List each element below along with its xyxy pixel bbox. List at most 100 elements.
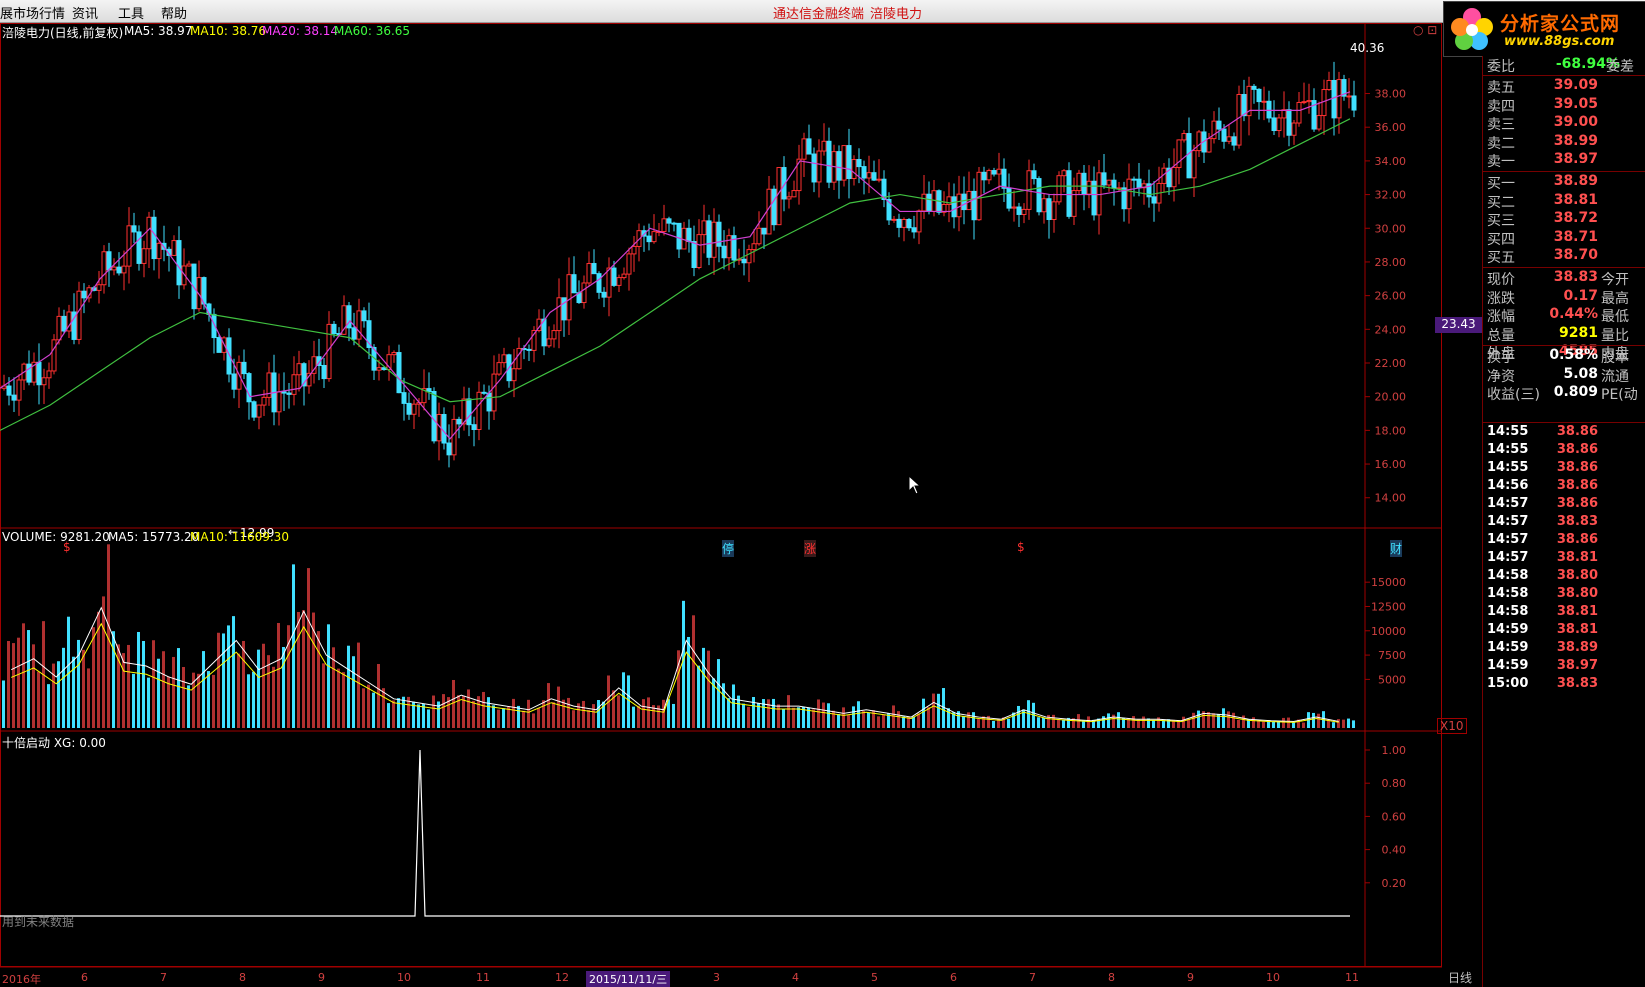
volume-bar xyxy=(27,630,30,728)
x-axis-label: 11 xyxy=(1345,971,1359,984)
quote-row: 卖四 39.05 xyxy=(1487,95,1598,115)
volume-bar xyxy=(617,695,620,728)
volume-bar xyxy=(527,699,530,728)
volume-bar xyxy=(572,710,575,728)
tick-row: 14:57 38.86 xyxy=(1487,496,1598,511)
candle-body xyxy=(686,227,692,243)
volume-bar xyxy=(1007,718,1010,728)
volume-bar xyxy=(732,684,735,728)
volume-bar xyxy=(1132,716,1135,728)
volume-bar xyxy=(197,673,200,728)
candle-body xyxy=(241,361,247,375)
candle-body xyxy=(631,245,637,255)
volume-tick-label: 7500 xyxy=(1378,649,1406,662)
x-axis-label: 8 xyxy=(1108,971,1115,984)
candle-body xyxy=(821,140,827,152)
candle-body xyxy=(401,392,407,404)
volume-bar xyxy=(32,644,35,728)
candle-body xyxy=(466,398,472,426)
candle-body xyxy=(481,391,487,394)
candle-body xyxy=(351,327,357,340)
volume-bar xyxy=(1342,719,1345,728)
candle-body xyxy=(121,265,127,274)
volume-bar xyxy=(1352,720,1355,728)
candle-body xyxy=(791,190,797,198)
volume-bar xyxy=(427,709,430,728)
volume-bar xyxy=(1037,717,1040,728)
volume-label: VOLUME: 9281.20 xyxy=(2,530,110,544)
volume-bar xyxy=(242,640,245,728)
menu-news[interactable]: 资讯 xyxy=(72,3,98,22)
candle-body xyxy=(1251,85,1257,90)
volume-bar xyxy=(522,710,525,728)
price-tick-label: 20.00 xyxy=(1375,391,1407,404)
logo-site: www.88gs.com xyxy=(1504,34,1615,49)
volume-bar xyxy=(727,698,730,728)
volume-bar xyxy=(827,703,830,728)
event-marker[interactable]: 财 xyxy=(1390,540,1403,557)
volume-bar xyxy=(687,636,690,728)
period-label[interactable]: 日线 xyxy=(1448,969,1472,986)
kline-chart[interactable]: 14.00 16.00 18.00 20.00 22.00 24.00 26.00 28.00… xyxy=(0,23,1442,987)
candle-body xyxy=(806,138,812,155)
volume-bar xyxy=(552,702,555,728)
candle-body xyxy=(1236,94,1242,146)
candle-body xyxy=(571,274,577,294)
candle-body xyxy=(911,227,917,233)
volume-ma10-label: MA10: 11609.30 xyxy=(190,530,289,544)
volume-bar xyxy=(622,672,625,728)
volume-bar xyxy=(922,698,925,728)
candle-body xyxy=(426,388,432,392)
volume-bar xyxy=(472,700,475,728)
candle-body xyxy=(566,274,572,321)
candle-body xyxy=(261,396,267,406)
volume-bar xyxy=(1312,712,1315,728)
menu-tools[interactable]: 工具 xyxy=(118,3,144,22)
menu-help[interactable]: 帮助 xyxy=(161,3,187,22)
candle-body xyxy=(186,263,192,267)
volume-bar xyxy=(847,715,850,728)
candle-body xyxy=(991,170,997,175)
indicator-label: 十倍启动 XG: 0.00 xyxy=(2,736,106,750)
volume-bar xyxy=(937,693,940,728)
volume-bar xyxy=(992,720,995,728)
candle-body xyxy=(1181,133,1187,141)
volume-bar xyxy=(442,694,445,728)
top-tool-icons[interactable]: ○ ⊡ xyxy=(1413,23,1437,37)
candle-body xyxy=(171,240,177,256)
volume-bar xyxy=(772,698,775,728)
volume-bar xyxy=(1142,716,1145,728)
volume-bar xyxy=(182,667,185,728)
candle-body xyxy=(1101,172,1107,186)
volume-bar xyxy=(337,668,340,728)
candle-body xyxy=(616,277,622,286)
chart-area[interactable]: 14.00 16.00 18.00 20.00 22.00 24.00 26.00 28.00… xyxy=(0,23,1482,987)
candle-body xyxy=(36,361,42,386)
candle-body xyxy=(1326,79,1332,91)
volume-bar xyxy=(222,633,225,728)
candle-body xyxy=(456,418,462,425)
candle-body xyxy=(496,362,502,375)
candle-body xyxy=(61,315,67,332)
volume-bar xyxy=(862,710,865,728)
volume-bar xyxy=(707,650,710,728)
volume-bar xyxy=(857,701,860,728)
candle-body xyxy=(331,323,337,335)
volume-bar xyxy=(1262,721,1265,728)
volume-bar xyxy=(977,719,980,728)
candle-body xyxy=(396,352,402,394)
volume-bar xyxy=(92,627,95,728)
volume-bar xyxy=(152,640,155,728)
tick-row: 14:55 38.86 xyxy=(1487,424,1598,439)
tick-row: 14:59 38.81 xyxy=(1487,622,1598,637)
menu-market[interactable]: 展市场行情 xyxy=(0,3,65,22)
candle-body xyxy=(1261,100,1267,103)
candle-body xyxy=(916,210,922,233)
event-marker[interactable]: $ xyxy=(1017,540,1025,554)
volume-bar xyxy=(37,671,40,728)
event-marker[interactable]: 涨 xyxy=(804,540,817,557)
candle-body xyxy=(1036,178,1042,213)
event-marker[interactable]: 停 xyxy=(722,540,735,557)
candle-body xyxy=(491,373,497,412)
candle-body xyxy=(176,240,182,286)
